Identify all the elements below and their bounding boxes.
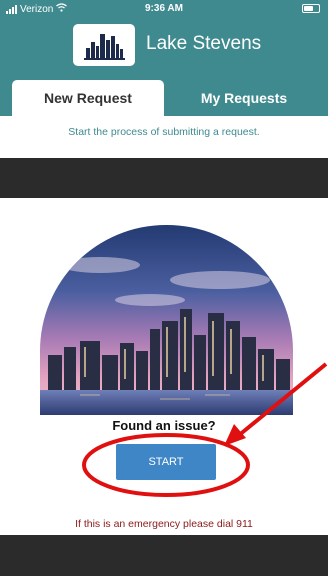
start-button[interactable]: START xyxy=(116,444,216,480)
city-skyline-image xyxy=(40,225,293,415)
status-bar: Verizon 9:36 AM xyxy=(0,0,328,18)
battery-icon xyxy=(302,4,320,13)
top-divider-band xyxy=(0,158,328,198)
city-skyline-logo xyxy=(73,24,135,66)
emergency-notice: If this is an emergency please dial 911 xyxy=(75,518,253,530)
app-header: Lake Stevens xyxy=(0,18,328,72)
tab-new-request[interactable]: New Request xyxy=(12,80,164,116)
page-subtitle: Start the process of submitting a reques… xyxy=(68,126,260,138)
status-time: 9:36 AM xyxy=(145,3,183,14)
found-issue-prompt: Found an issue? xyxy=(112,418,216,433)
request-tabs: New Request My Requests xyxy=(0,72,328,116)
tab-my-requests[interactable]: My Requests xyxy=(168,80,320,116)
app-title: Lake Stevens xyxy=(146,33,262,54)
bottom-bar xyxy=(0,535,328,576)
